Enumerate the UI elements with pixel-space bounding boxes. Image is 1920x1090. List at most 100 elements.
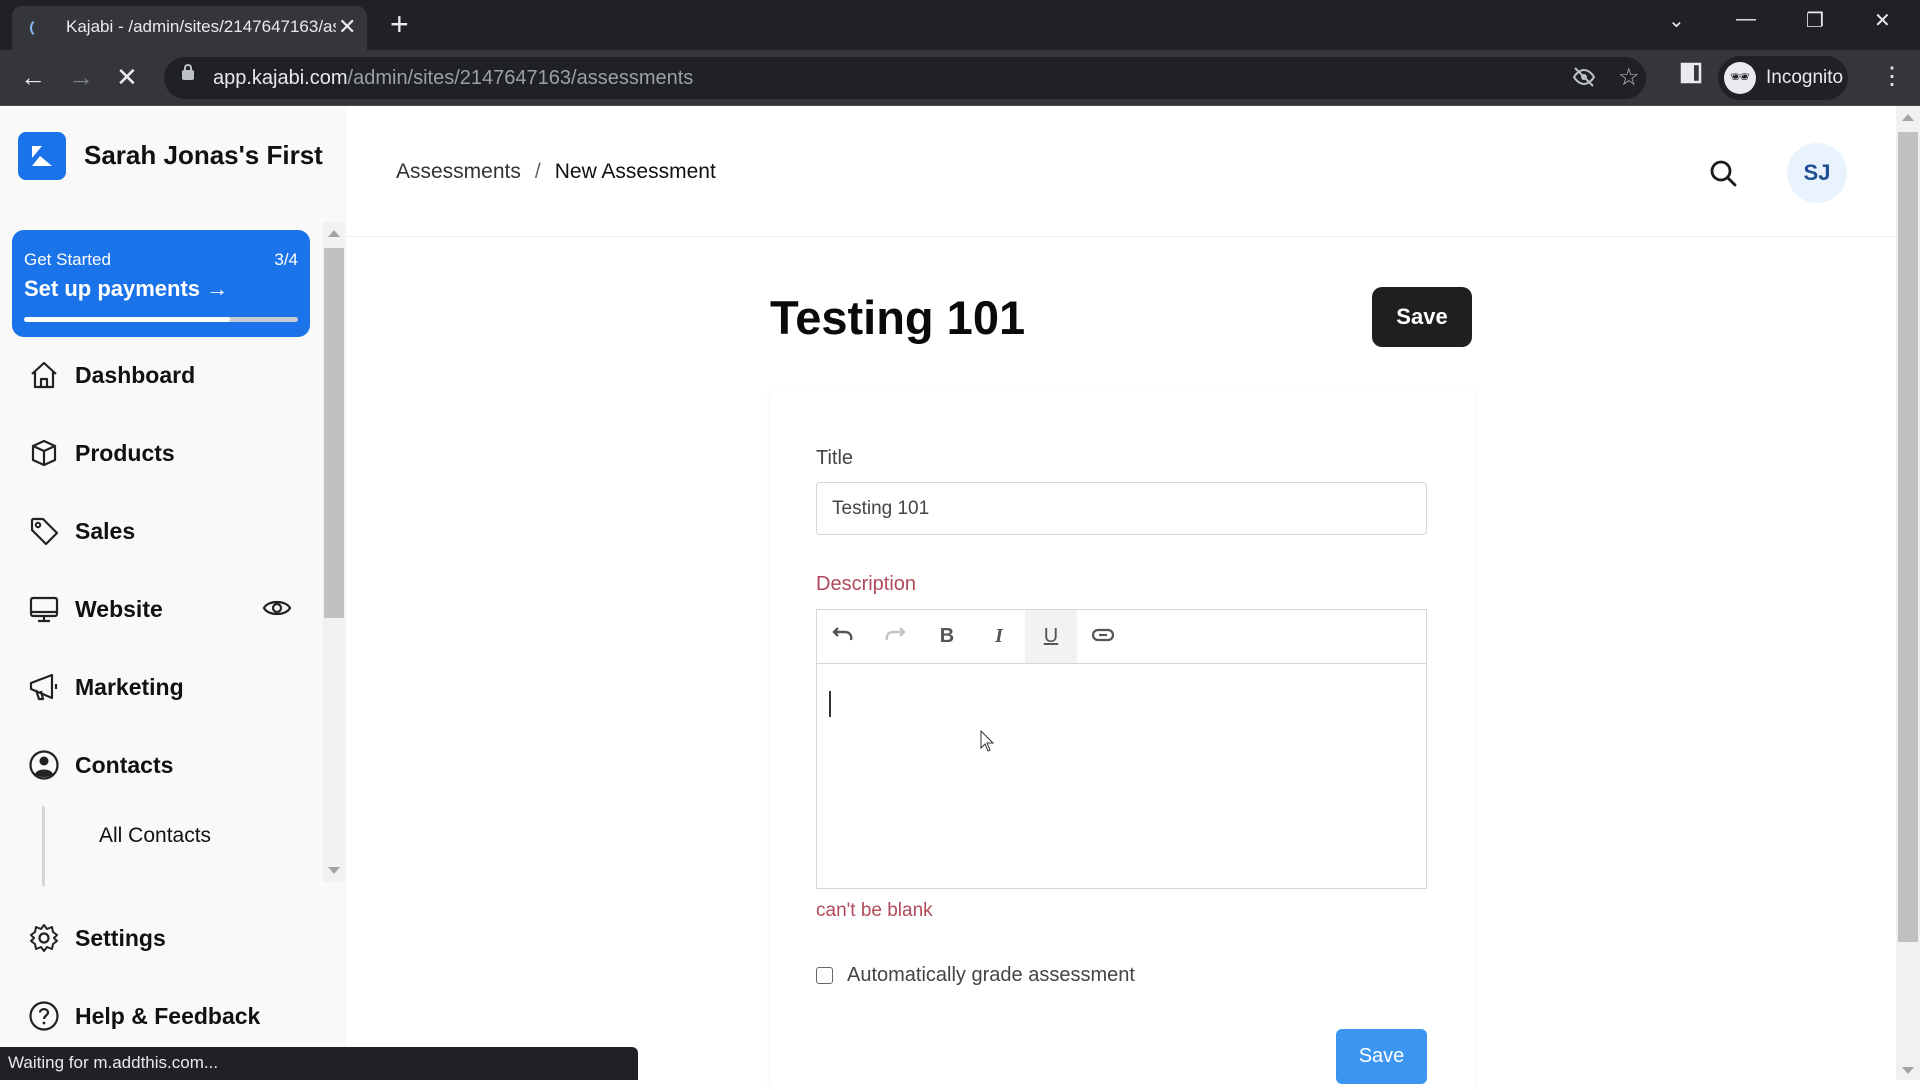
kajabi-logo[interactable] [18, 132, 66, 180]
auto-grade-checkbox[interactable] [816, 967, 833, 984]
kajabi-k-icon [32, 146, 52, 166]
get-started-title: Set up payments → [24, 276, 229, 301]
get-started-progress-bar [24, 317, 298, 322]
breadcrumb-separator: / [534, 160, 541, 183]
get-started-card[interactable]: Get Started 3/4 Set up payments → [12, 230, 310, 337]
sidebar-scrollbar[interactable] [323, 222, 345, 882]
scroll-up-arrow-icon[interactable] [1902, 114, 1914, 121]
minimize-icon[interactable]: — [1736, 8, 1756, 31]
box-icon [31, 439, 57, 467]
side-panel-icon[interactable] [1680, 62, 1702, 90]
tracking-protection-eye-off-icon[interactable] [1572, 65, 1596, 95]
save-button-bottom[interactable]: Save [1336, 1029, 1427, 1084]
arrow-right-icon: → [206, 276, 229, 301]
search-icon[interactable] [1708, 158, 1738, 188]
url-text[interactable]: app.kajabi.com/admin/sites/2147647163/as… [213, 67, 693, 90]
sidebar-item-contacts[interactable]: Contacts [28, 743, 308, 787]
sidebar-subitem-all-contacts[interactable]: All Contacts [99, 824, 211, 848]
italic-icon[interactable]: I [973, 610, 1025, 663]
incognito-label: Incognito [1766, 67, 1844, 88]
mouse-cursor-icon [980, 730, 995, 752]
undo-button[interactable] [817, 610, 869, 663]
sidebar-item-label: Contacts [75, 752, 174, 778]
text-caret [829, 691, 831, 717]
user-avatar[interactable]: SJ [1787, 143, 1847, 203]
get-started-label: Get Started [24, 250, 111, 269]
breadcrumb-current: New Assessment [554, 160, 716, 183]
description-editor: B I U [816, 609, 1427, 889]
monitor-icon [29, 596, 59, 623]
sidebar-item-label: Sales [75, 518, 136, 544]
bold-icon[interactable]: B [921, 610, 973, 663]
user-circle-icon [29, 750, 59, 780]
page-scrollbar[interactable] [1896, 106, 1920, 1080]
sidebar-item-settings[interactable]: Settings [28, 916, 308, 960]
help-circle-icon [29, 1001, 59, 1031]
page-scrollbar-thumb[interactable] [1898, 132, 1918, 942]
description-textarea[interactable] [817, 664, 1426, 888]
preview-eye-icon[interactable] [262, 597, 292, 619]
page-title: Testing 101 [770, 291, 1026, 344]
bookmark-star-icon[interactable]: ☆ [1618, 63, 1640, 92]
title-input[interactable] [816, 482, 1427, 535]
back-arrow-icon[interactable]: ← [20, 62, 46, 93]
close-window-icon[interactable]: ✕ [1874, 8, 1891, 33]
description-label: Description [816, 573, 917, 595]
browser-tab-bar: Kajabi - /admin/sites/2147647163/assessm… [0, 0, 1920, 50]
stop-loading-icon[interactable]: ✕ [116, 62, 138, 93]
new-tab-button[interactable]: + [390, 6, 409, 42]
sidebar-item-dashboard[interactable]: Dashboard [28, 353, 308, 397]
sidebar-item-marketing[interactable]: Marketing [28, 665, 308, 709]
incognito-profile-button[interactable]: 🕶 Incognito [1718, 56, 1848, 100]
sidebar-item-sales[interactable]: Sales [28, 509, 308, 553]
link-icon [1091, 628, 1115, 642]
get-started-progress-fill [24, 317, 230, 322]
close-tab-icon[interactable]: ✕ [338, 14, 356, 40]
sidebar-item-label: Marketing [75, 674, 184, 700]
home-icon [31, 361, 57, 389]
editor-toolbar: B I U [817, 610, 1426, 664]
link-button[interactable] [1077, 610, 1129, 663]
sidebar-item-label: Website [75, 596, 163, 622]
browser-tab[interactable]: Kajabi - /admin/sites/2147647163/assessm… [12, 6, 367, 50]
sidebar-item-label: Settings [75, 925, 166, 951]
breadcrumb: Assessments / New Assessment [396, 160, 716, 184]
loading-spinner-icon [30, 18, 50, 38]
scroll-down-arrow-icon[interactable] [1902, 1067, 1914, 1074]
incognito-icon: 🕶 [1724, 62, 1756, 94]
sub-nav-divider [42, 806, 45, 886]
browser-menu-icon[interactable]: ⋮ [1880, 62, 1904, 91]
sidebar-scrollbar-thumb[interactable] [324, 248, 344, 618]
title-label: Title [816, 447, 854, 469]
sidebar-item-website[interactable]: Website [28, 587, 308, 631]
sidebar-item-label: Dashboard [75, 362, 196, 388]
forward-arrow-icon[interactable]: → [68, 62, 94, 93]
url-bar[interactable]: app.kajabi.com/admin/sites/2147647163/as… [164, 57, 1646, 99]
save-button-top[interactable]: Save [1372, 287, 1472, 347]
get-started-count: 3/4 [274, 250, 298, 269]
gear-icon [30, 924, 58, 952]
breadcrumb-assessments-link[interactable]: Assessments [396, 160, 521, 183]
description-error-message: can't be blank [816, 900, 933, 921]
tag-icon [30, 517, 59, 546]
sidebar-item-products[interactable]: Products [28, 431, 308, 475]
site-name: Sarah Jonas's First [84, 140, 323, 170]
auto-grade-label: Automatically grade assessment [847, 964, 1135, 986]
tab-search-chevron-icon[interactable]: ⌄ [1668, 8, 1685, 33]
sidebar: Sarah Jonas's First Get Started 3/4 Set … [0, 106, 347, 1080]
scroll-down-arrow-icon[interactable] [328, 867, 340, 874]
redo-button[interactable] [869, 610, 921, 663]
tab-title: Kajabi - /admin/sites/2147647163/assessm… [66, 17, 336, 36]
restore-icon[interactable]: ❐ [1806, 8, 1824, 33]
browser-status-bar: Waiting for m.addthis.com... [0, 1047, 638, 1080]
undo-icon [832, 627, 853, 641]
megaphone-icon [29, 673, 58, 701]
lock-icon [182, 64, 194, 80]
page-header: Assessments / New Assessment SJ [347, 106, 1896, 237]
scroll-up-arrow-icon[interactable] [328, 230, 340, 237]
sidebar-item-help-feedback[interactable]: Help & Feedback [28, 994, 308, 1038]
underline-icon[interactable]: U [1025, 610, 1077, 663]
sidebar-item-label: Products [75, 440, 175, 466]
browser-address-bar: ← → ✕ app.kajabi.com/admin/sites/2147647… [0, 50, 1920, 106]
redo-icon [885, 627, 906, 641]
